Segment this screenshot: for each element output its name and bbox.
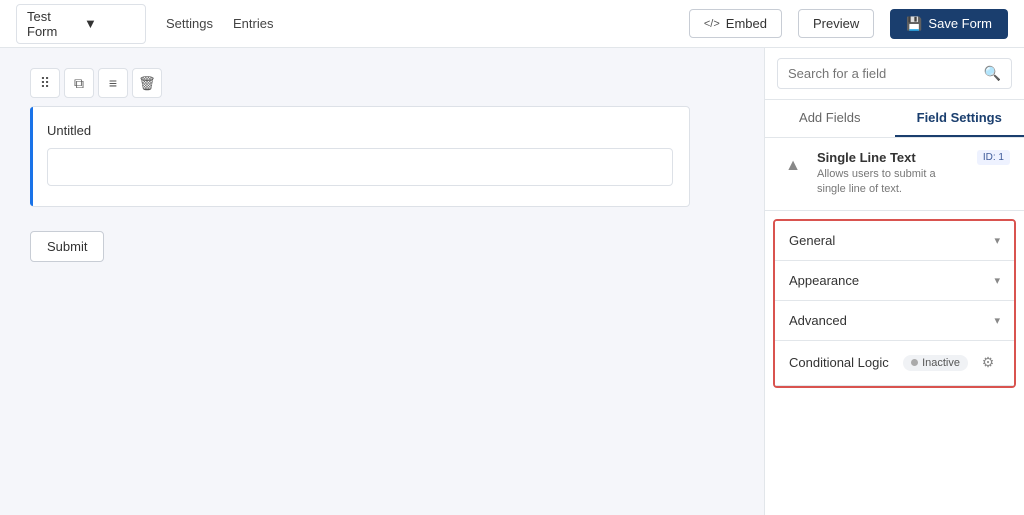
submit-button[interactable]: Submit bbox=[30, 231, 104, 262]
field-id-badge: ID: 1 bbox=[977, 150, 1010, 165]
topbar: Test Form ▼ Settings Entries </> Embed P… bbox=[0, 0, 1024, 48]
inactive-dot bbox=[911, 359, 918, 366]
embed-button[interactable]: </> Embed bbox=[689, 9, 782, 38]
field-block: Untitled bbox=[30, 106, 690, 207]
conditional-logic-gear-button[interactable]: ⚙ bbox=[976, 351, 1000, 375]
search-icon: 🔍 bbox=[984, 65, 1001, 82]
conditional-logic-row: Conditional Logic Inactive ⚙ bbox=[775, 341, 1014, 386]
field-options-button[interactable]: ≡ bbox=[98, 68, 128, 98]
advanced-chevron-icon: ▾ bbox=[994, 314, 1000, 327]
form-selector[interactable]: Test Form ▼ bbox=[16, 4, 146, 44]
section-advanced[interactable]: Advanced ▾ bbox=[775, 301, 1014, 341]
field-type-name: Single Line Text bbox=[817, 150, 967, 165]
delete-field-button[interactable]: 🗑 bbox=[132, 68, 162, 98]
field-info: ▲ Single Line Text Allows users to submi… bbox=[765, 138, 1024, 211]
copy-icon: ⧉ bbox=[74, 75, 84, 92]
general-chevron-icon: ▾ bbox=[994, 234, 1000, 247]
right-panel: 🔍 Add Fields Field Settings ▲ Single Lin… bbox=[764, 48, 1024, 515]
embed-icon: </> bbox=[704, 18, 720, 30]
save-icon: 💾 bbox=[906, 16, 922, 32]
copy-field-button[interactable]: ⧉ bbox=[64, 68, 94, 98]
field-type-desc: Allows users to submit a single line of … bbox=[817, 167, 967, 198]
save-form-button[interactable]: 💾 Save Form bbox=[890, 9, 1008, 39]
search-bar: 🔍 bbox=[765, 48, 1024, 100]
drag-handle-button[interactable]: ⠿ bbox=[30, 68, 60, 98]
sections-container: General ▾ Appearance ▾ Advanced ▾ Condit… bbox=[773, 219, 1016, 388]
search-input[interactable] bbox=[788, 66, 978, 81]
search-input-wrap: 🔍 bbox=[777, 58, 1012, 89]
settings-icon: ≡ bbox=[109, 75, 117, 91]
inactive-badge: Inactive bbox=[903, 355, 968, 371]
field-type-icon: ▲ bbox=[779, 152, 807, 180]
topbar-nav: Settings Entries bbox=[166, 16, 273, 31]
canvas-area: ⠿ ⧉ ≡ 🗑 Untitled Submit bbox=[0, 48, 764, 515]
field-toolbar: ⠿ ⧉ ≡ 🗑 bbox=[30, 68, 734, 98]
entries-nav-link[interactable]: Entries bbox=[233, 16, 273, 31]
drag-icon: ⠿ bbox=[40, 75, 50, 92]
field-type-info: Single Line Text Allows users to submit … bbox=[817, 150, 967, 198]
conditional-logic-label: Conditional Logic bbox=[789, 355, 895, 370]
form-name: Test Form bbox=[27, 9, 78, 39]
gear-icon: ⚙ bbox=[982, 354, 995, 371]
field-input[interactable] bbox=[47, 148, 673, 186]
section-general[interactable]: General ▾ bbox=[775, 221, 1014, 261]
submit-area: Submit bbox=[30, 231, 734, 262]
field-label: Untitled bbox=[47, 123, 673, 138]
panel-tabs: Add Fields Field Settings bbox=[765, 100, 1024, 138]
section-appearance[interactable]: Appearance ▾ bbox=[775, 261, 1014, 301]
settings-nav-link[interactable]: Settings bbox=[166, 16, 213, 31]
appearance-chevron-icon: ▾ bbox=[994, 274, 1000, 287]
tab-field-settings[interactable]: Field Settings bbox=[895, 100, 1024, 137]
chevron-down-icon: ▼ bbox=[84, 16, 135, 31]
preview-button[interactable]: Preview bbox=[798, 9, 874, 38]
delete-icon: 🗑 bbox=[138, 75, 156, 92]
tab-add-fields[interactable]: Add Fields bbox=[765, 100, 895, 137]
main-layout: ⠿ ⧉ ≡ 🗑 Untitled Submit bbox=[0, 48, 1024, 515]
